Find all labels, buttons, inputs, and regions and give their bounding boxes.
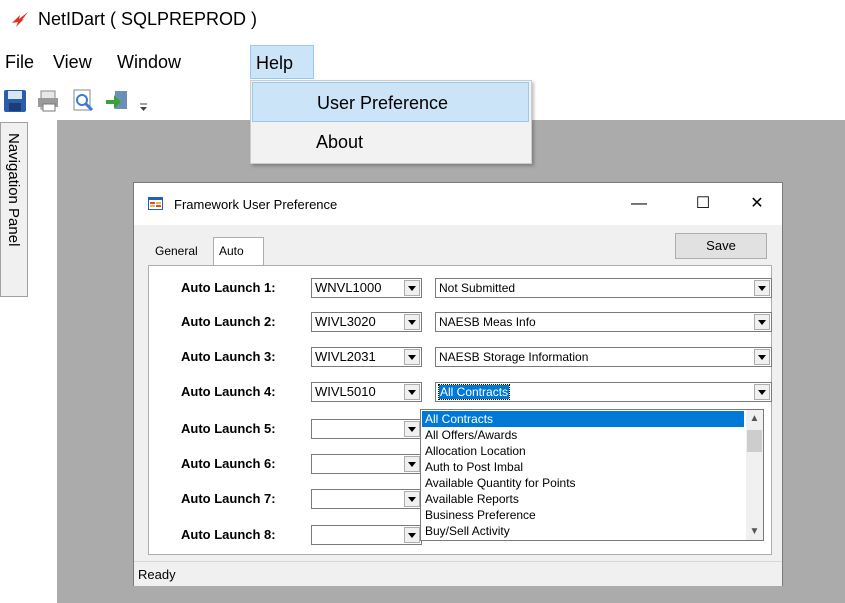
auto-launch-1-label: Auto Launch 1:	[181, 280, 276, 295]
chevron-up-icon[interactable]: ▲	[746, 410, 763, 427]
minimize-button[interactable]: —	[616, 188, 662, 220]
tab-general[interactable]: General	[150, 239, 203, 263]
auto-launch-3-screen-value: NAESB Storage Information	[439, 350, 589, 364]
auto-launch-5-label: Auto Launch 5:	[181, 421, 276, 436]
print-icon[interactable]	[36, 88, 62, 114]
chevron-down-icon[interactable]	[404, 280, 420, 296]
close-button[interactable]: ✕	[734, 188, 780, 220]
auto-launch-2-code-value: WIVL3020	[315, 314, 376, 329]
list-item[interactable]: Business Preference	[422, 507, 744, 523]
menu-item-user-preference[interactable]: User Preference	[252, 82, 529, 122]
auto-launch-4-screen-select[interactable]: All Contracts	[435, 382, 772, 402]
status-text: Ready	[138, 567, 176, 582]
auto-launch-2-screen-select[interactable]: NAESB Meas Info	[435, 312, 772, 332]
chevron-down-icon[interactable]	[754, 384, 770, 400]
menu-help[interactable]: Help	[250, 45, 314, 79]
auto-launch-2-screen-value: NAESB Meas Info	[439, 315, 536, 329]
list-item[interactable]: Available Reports	[422, 491, 744, 507]
auto-launch-3-code-select[interactable]: WIVL2031	[311, 347, 422, 367]
overflow-icon[interactable]	[138, 88, 150, 114]
auto-launch-2-label: Auto Launch 2:	[181, 314, 276, 329]
form-icon	[148, 197, 163, 210]
print-preview-icon[interactable]	[70, 88, 96, 114]
auto-launch-4-label: Auto Launch 4:	[181, 384, 276, 399]
menu-item-user-preference-label: User Preference	[317, 93, 449, 113]
auto-launch-3-label: Auto Launch 3:	[181, 349, 276, 364]
auto-launch-5-code-select[interactable]	[311, 419, 422, 439]
menu-view[interactable]: View	[48, 45, 97, 79]
chevron-down-icon[interactable]	[404, 421, 420, 437]
menu-bar: File View Window Help	[0, 43, 845, 80]
save-icon[interactable]	[2, 88, 28, 114]
auto-launch-2-code-select[interactable]: WIVL3020	[311, 312, 422, 332]
auto-launch-3-screen-select[interactable]: NAESB Storage Information	[435, 347, 772, 367]
import-icon[interactable]	[104, 88, 130, 114]
maximize-button[interactable]: ☐	[680, 188, 726, 220]
chevron-down-icon[interactable]	[404, 314, 420, 330]
chevron-down-icon[interactable]	[754, 314, 770, 330]
navigation-panel-label: Navigation Panel	[5, 133, 22, 247]
list-item[interactable]: Allocation Location	[422, 443, 744, 459]
help-dropdown: User Preference About	[250, 80, 532, 164]
chevron-down-icon[interactable]	[404, 491, 420, 507]
dialog-titlebar: Framework User Preference — ☐ ✕	[134, 183, 782, 225]
auto-launch-8-label: Auto Launch 8:	[181, 527, 276, 542]
chevron-down-icon[interactable]	[404, 384, 420, 400]
auto-launch-4-screen-value: All Contracts	[437, 384, 511, 400]
auto-launch-4-code-select[interactable]: WIVL5010	[311, 382, 422, 402]
auto-launch-6-code-select[interactable]	[311, 454, 422, 474]
navigation-panel-tab[interactable]: Navigation Panel	[0, 122, 28, 297]
auto-launch-1-code-select[interactable]: WNVL1000	[311, 278, 422, 298]
screen-dropdown-list[interactable]: All Contracts All Offers/Awards Allocati…	[420, 409, 764, 541]
auto-launch-4-code-value: WIVL5010	[315, 384, 376, 399]
list-item[interactable]: Available Quantity for Points	[422, 475, 744, 491]
user-preference-dialog: Framework User Preference — ☐ ✕ General …	[133, 182, 783, 586]
list-item[interactable]: Buy/Sell Activity	[422, 523, 744, 539]
toolbar	[0, 82, 250, 120]
list-item[interactable]: Auth to Post Imbal	[422, 459, 744, 475]
auto-launch-3-code-value: WIVL2031	[315, 349, 376, 364]
app-title: NetIDart ( SQLPREPROD )	[38, 9, 258, 29]
menu-file[interactable]: File	[0, 45, 39, 79]
chevron-down-icon[interactable]	[754, 349, 770, 365]
chevron-down-icon[interactable]	[404, 527, 420, 543]
status-bar: Ready	[134, 561, 782, 586]
auto-launch-1-screen-select[interactable]: Not Submitted	[435, 278, 772, 298]
menu-item-about[interactable]: About	[252, 122, 529, 162]
scroll-thumb[interactable]	[747, 430, 762, 452]
app-title-bar: NetIDart ( SQLPREPROD )	[0, 0, 845, 40]
chevron-down-icon[interactable]	[404, 456, 420, 472]
chevron-down-icon[interactable]	[404, 349, 420, 365]
auto-launch-7-label: Auto Launch 7:	[181, 491, 276, 506]
auto-launch-1-screen-value: Not Submitted	[439, 281, 516, 295]
tab-auto-launch[interactable]: Auto Launch	[213, 237, 265, 284]
dialog-title: Framework User Preference	[174, 197, 338, 212]
auto-launch-7-code-select[interactable]	[311, 489, 422, 509]
menu-window[interactable]: Window	[112, 45, 186, 79]
auto-launch-8-code-select[interactable]	[311, 525, 422, 545]
chevron-down-icon[interactable]: ▼	[746, 523, 763, 540]
list-scrollbar[interactable]: ▲ ▼	[746, 410, 763, 540]
auto-launch-1-code-value: WNVL1000	[315, 280, 382, 295]
auto-launch-6-label: Auto Launch 6:	[181, 456, 276, 471]
save-button[interactable]: Save	[675, 233, 767, 259]
list-item[interactable]: All Contracts	[422, 411, 744, 427]
list-item[interactable]: All Offers/Awards	[422, 427, 744, 443]
menu-item-about-label: About	[316, 132, 364, 152]
chevron-down-icon[interactable]	[754, 280, 770, 296]
app-logo-icon	[12, 12, 28, 27]
